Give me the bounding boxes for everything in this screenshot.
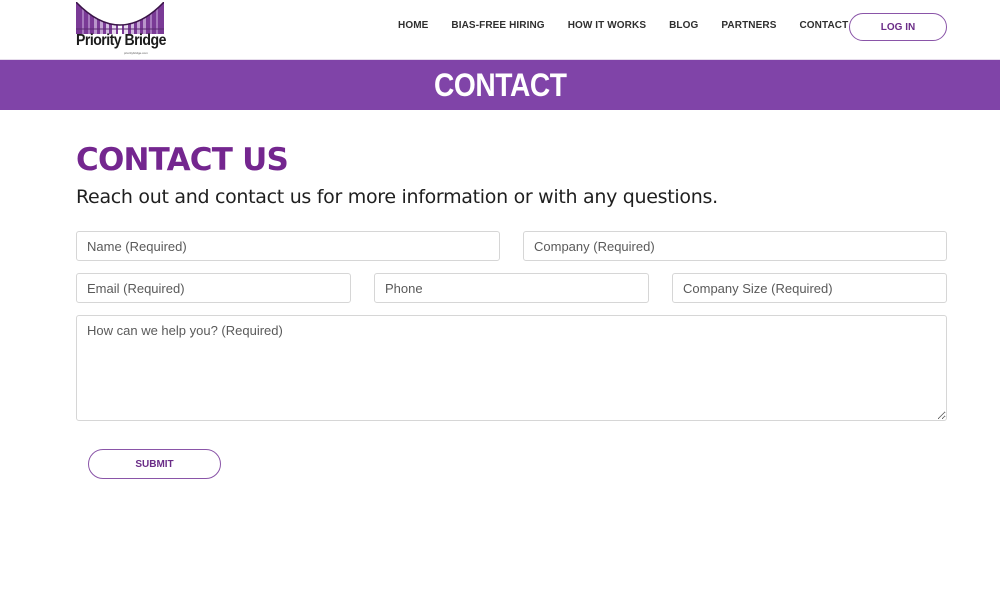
nav-blog[interactable]: BLOG — [669, 20, 698, 31]
main-nav: HOME BIAS-FREE HIRING HOW IT WORKS BLOG … — [398, 20, 871, 31]
company-input[interactable] — [523, 231, 947, 261]
nav-contact[interactable]: CONTACT — [799, 20, 848, 31]
message-textarea[interactable] — [76, 315, 947, 421]
site-header: Priority Bridge prioritybridge.com HOME … — [0, 0, 1000, 60]
page-banner: CONTACT — [0, 60, 1000, 110]
phone-input[interactable] — [374, 273, 649, 303]
bridge-icon — [76, 2, 164, 34]
logo[interactable]: Priority Bridge prioritybridge.com — [76, 2, 166, 56]
email-input[interactable] — [76, 273, 351, 303]
banner-title: CONTACT — [433, 66, 567, 103]
page-title: CONTACT US — [76, 142, 289, 178]
nav-bias-free-hiring[interactable]: BIAS-FREE HIRING — [451, 20, 544, 31]
company-size-input[interactable] — [672, 273, 947, 303]
submit-button[interactable]: SUBMIT — [88, 449, 221, 479]
logo-text: Priority Bridge — [76, 32, 166, 49]
login-button[interactable]: LOG IN — [849, 13, 947, 41]
nav-home[interactable]: HOME — [398, 20, 428, 31]
nav-partners[interactable]: PARTNERS — [721, 20, 776, 31]
logo-tagline: prioritybridge.com — [124, 51, 148, 55]
name-input[interactable] — [76, 231, 500, 261]
nav-how-it-works[interactable]: HOW IT WORKS — [568, 20, 646, 31]
page-subtitle: Reach out and contact us for more inform… — [76, 186, 718, 208]
